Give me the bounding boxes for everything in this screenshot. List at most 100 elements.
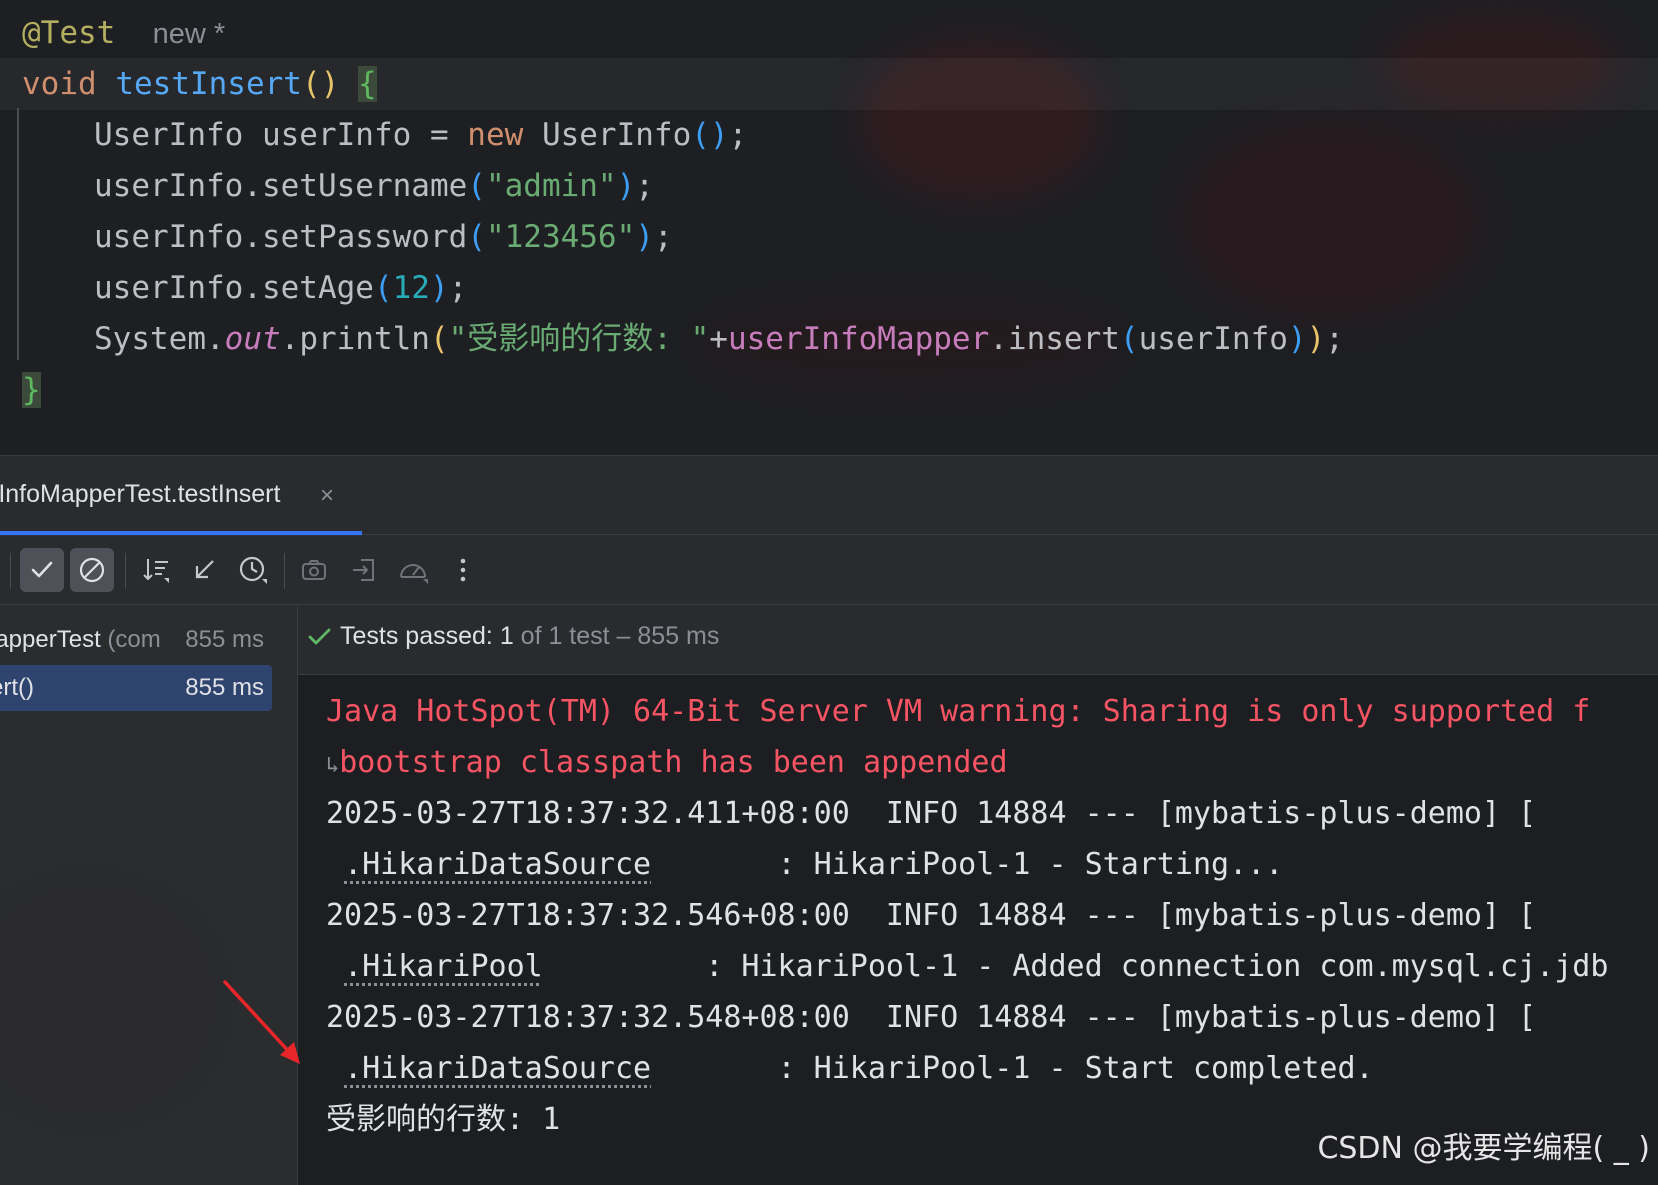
profiler-icon[interactable] — [391, 548, 435, 592]
code-line-3: userInfo.setPassword("123456"); — [0, 211, 1658, 263]
paren-token: ( — [467, 219, 486, 255]
println-call: .println — [280, 321, 430, 357]
open-brace: { — [357, 66, 377, 102]
class-link[interactable]: .HikariDataSource — [344, 1051, 651, 1086]
test-class-name: lapperTest — [0, 626, 101, 653]
run-tab-bar: rInfoMapperTest.testInsert × — [0, 455, 1658, 536]
paren-token: ) — [1287, 321, 1307, 357]
watermark: CSDN @我要学编程( _ ) — [1317, 1131, 1650, 1166]
status-detail: of 1 test – 855 ms — [513, 622, 720, 650]
paren-token: ) — [1306, 321, 1326, 357]
console-result-line: 受影响的行数: 1 — [326, 1102, 561, 1137]
paren-token: ) — [635, 219, 654, 255]
code-editor[interactable]: @Test new * void testInsert() { UserInfo… — [0, 0, 1658, 455]
test-annotation: @Test — [22, 15, 116, 51]
method-call: userInfo.setUsername — [94, 168, 468, 204]
semicolon: ; — [1325, 321, 1344, 357]
method-name: testInsert — [115, 66, 302, 102]
console-log-line: .HikariDataSource : HikariPool-1 - Start… — [326, 1042, 1374, 1096]
close-icon[interactable]: × — [320, 482, 334, 510]
console-log-line: 2025-03-27T18:37:32.546+08:00 INFO 14884… — [326, 898, 1537, 933]
log-message: : HikariPool-1 - Added connection com.my… — [542, 949, 1609, 984]
new-keyword: new — [467, 117, 524, 153]
collapse-icon[interactable] — [182, 548, 226, 592]
test-class-package: (com — [100, 626, 161, 653]
toolbar-separator — [10, 553, 11, 589]
console-log-line: .HikariPool : HikariPool-1 - Added conne… — [326, 940, 1608, 994]
semicolon: ; — [728, 117, 748, 153]
status-label: Tests passed: — [340, 622, 500, 650]
semicolon: ; — [448, 270, 468, 306]
passed-filter-icon[interactable] — [20, 548, 64, 592]
history-icon[interactable] — [231, 548, 275, 592]
screenshot-icon[interactable] — [292, 548, 336, 592]
check-icon — [308, 628, 331, 645]
paren-token: ) — [616, 168, 636, 204]
soft-wrap-icon: ↳ — [326, 753, 340, 778]
console-warning-line: ↳bootstrap classpath has been appended — [326, 736, 1008, 790]
paren-token: ( — [467, 168, 486, 204]
run-tab[interactable]: rInfoMapperTest.testInsert × — [0, 456, 362, 536]
plus-operator: + — [709, 321, 728, 357]
string-literal: "admin" — [485, 168, 617, 204]
console-warning-text: bootstrap classpath has been appended — [339, 745, 1008, 780]
declaration-text: UserInfo userInfo = — [94, 117, 468, 153]
paren-token: ) — [429, 270, 449, 306]
test-method-node[interactable]: ert() 855 ms — [0, 665, 272, 711]
class-link[interactable]: .HikariDataSource — [344, 847, 651, 882]
console-warning-line: Java HotSpot(TM) 64-Bit Server VM warnin… — [326, 694, 1591, 729]
paren-token: () — [301, 66, 340, 102]
log-message: : HikariPool-1 - Start completed. — [651, 1051, 1374, 1086]
paren-token: ( — [429, 321, 449, 357]
class-link[interactable]: .HikariPool — [344, 949, 543, 984]
argument: userInfo — [1138, 321, 1288, 357]
annotation-arrow-icon — [222, 979, 300, 1064]
test-toolbar — [0, 535, 1658, 605]
run-tab-title[interactable]: rInfoMapperTest.testInsert — [0, 480, 280, 509]
console-log-line: 2025-03-27T18:37:32.548+08:00 INFO 14884… — [326, 1000, 1537, 1035]
console-log-line: 2025-03-27T18:37:32.411+08:00 INFO 14884… — [326, 796, 1537, 831]
out-field: out — [224, 321, 281, 357]
test-class-node[interactable]: lapperTest (com 855 ms — [0, 617, 272, 663]
semicolon: ; — [653, 219, 673, 255]
number-literal: 12 — [392, 270, 430, 306]
insert-call: .insert — [989, 321, 1120, 357]
system-class: System. — [94, 321, 225, 357]
string-literal: "123456" — [485, 219, 636, 255]
toolbar-separator — [284, 553, 285, 589]
test-method-time: 855 ms — [185, 674, 264, 701]
method-call: userInfo.setPassword — [94, 219, 468, 255]
usage-hint[interactable]: new * — [153, 18, 226, 50]
code-line-4: userInfo.setAge(12); — [0, 262, 1658, 314]
semicolon: ; — [635, 168, 654, 204]
more-icon[interactable] — [441, 548, 485, 592]
status-text: Tests passed: 1 of 1 test – 855 ms — [340, 622, 719, 651]
code-line-1: UserInfo userInfo = new UserInfo(); — [0, 109, 1658, 161]
log-message: : HikariPool-1 - Starting... — [651, 847, 1284, 882]
string-literal: "受影响的行数: " — [448, 321, 710, 357]
void-keyword: void — [22, 66, 97, 102]
constructor-name: UserInfo — [523, 117, 692, 153]
annotation-line: @Test new * — [0, 7, 1658, 59]
paren-token: ( — [1119, 321, 1139, 357]
toolbar-separator — [125, 553, 126, 589]
export-icon[interactable] — [342, 548, 386, 592]
code-line-5: System.out.println("受影响的行数: "+userInfoMa… — [0, 313, 1658, 365]
test-status-bar: Tests passed: 1 of 1 test – 855 ms — [298, 605, 1658, 675]
paren-token: () — [691, 117, 729, 153]
method-signature-line: void testInsert() { — [0, 58, 1658, 110]
ignored-filter-icon[interactable] — [70, 548, 114, 592]
console-log-line: .HikariDataSource : HikariPool-1 - Start… — [326, 838, 1283, 892]
close-brace: } — [22, 372, 41, 408]
method-call: userInfo.setAge — [94, 270, 374, 306]
close-brace-line: } — [0, 364, 1658, 416]
test-tree: lapperTest (com 855 ms ert() 855 ms — [0, 605, 298, 1185]
paren-token: ( — [373, 270, 393, 306]
test-class-time: 855 ms — [185, 626, 264, 653]
code-line-2: userInfo.setUsername("admin"); — [0, 160, 1658, 212]
mapper-field: userInfoMapper — [727, 321, 990, 357]
status-count: 1 — [499, 622, 514, 650]
sort-icon[interactable] — [134, 548, 178, 592]
console-output[interactable]: Java HotSpot(TM) 64-Bit Server VM warnin… — [298, 675, 1658, 1185]
test-method-name: ert() — [0, 674, 34, 701]
